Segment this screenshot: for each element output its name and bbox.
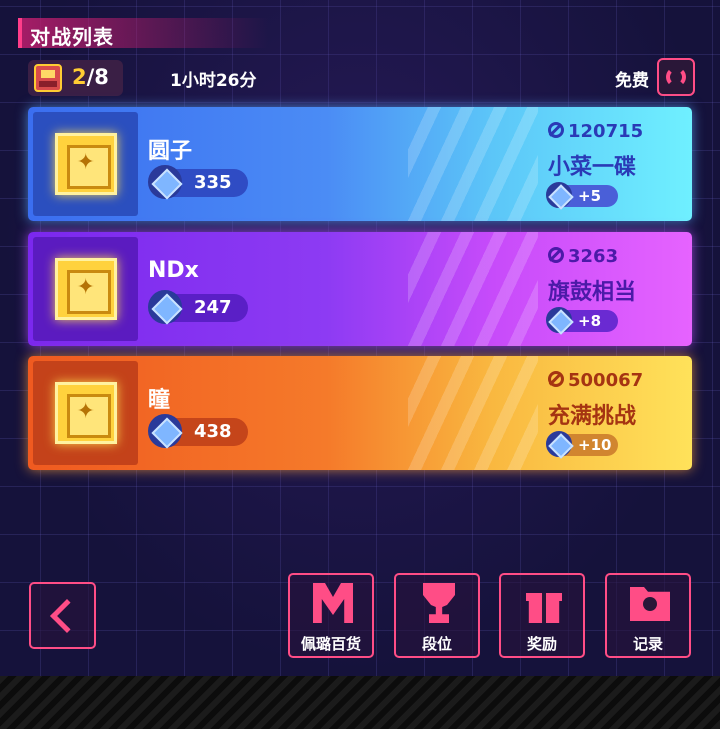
gem-icon [546,431,572,457]
emblem-icon [54,258,117,320]
card-stripes [408,232,538,346]
reward-pill: +8 [546,307,618,333]
rank-label: 段位 [421,635,452,653]
gift-icon [526,593,562,623]
gem-icon [148,165,182,199]
difficulty-label: 小菜一碟 [548,155,637,180]
gem-icon [546,307,572,333]
score-pill: 247 [148,290,248,324]
power-icon [548,122,564,138]
card-stripes [408,107,538,221]
back-chevron-icon [50,599,84,633]
difficulty-label: 充满挑战 [548,404,637,429]
refresh-timer: 1小时26分 [170,71,257,91]
score-pill: 438 [148,414,248,448]
score-pill: 335 [148,165,248,199]
emblem-icon [54,133,117,195]
player-name: 瞳 [148,388,171,413]
shop-button[interactable]: 佩璐百货 [288,573,374,658]
reward-value: +5 [578,187,602,205]
back-button[interactable] [29,582,96,649]
reward-pill: +5 [546,182,618,208]
emblem-frame [33,112,138,216]
opponent-card[interactable]: 瞳 438 500067 充满挑战 +10 [28,356,692,470]
ticket-counter: 2/8 [28,60,123,96]
reward-button[interactable]: 奖励 [499,573,585,658]
record-button[interactable]: 记录 [605,573,691,658]
ticket-icon [34,64,62,92]
power-icon [548,247,564,263]
shop-icon [313,583,353,623]
power-value: 500067 [548,370,643,391]
rank-button[interactable]: 段位 [394,573,480,658]
gem-icon [148,290,182,324]
record-label: 记录 [632,635,663,653]
reward-label: 奖励 [526,635,557,653]
opponent-card[interactable]: NDx 247 3263 旗鼓相当 +8 [28,232,692,346]
refresh-button[interactable] [657,58,695,96]
reward-value: +10 [578,436,612,454]
gem-icon [148,414,182,448]
card-stripes [408,356,538,470]
shop-label: 佩璐百货 [300,635,361,653]
page-title: 对战列表 [30,25,114,49]
power-value: 120715 [548,121,643,142]
difficulty-label: 旗鼓相当 [548,280,637,305]
score-value: 247 [194,297,232,318]
refresh-icon [666,67,686,87]
opponent-card[interactable]: 圆子 335 120715 小菜一碟 +5 [28,107,692,221]
power-value: 3263 [548,246,618,267]
score-value: 438 [194,421,232,442]
reward-pill: +10 [546,431,618,457]
gem-icon [546,182,572,208]
emblem-frame [33,237,138,341]
trophy-icon [423,583,455,623]
record-icon [630,587,670,621]
free-label: 免费 [615,71,649,91]
bottom-hazard-stripe [0,676,720,729]
title-bar: 对战列表 [18,18,268,49]
ticket-count: 2/8 [72,65,109,89]
player-name: 圆子 [148,139,193,164]
reward-value: +8 [578,312,602,330]
player-name: NDx [148,258,199,283]
emblem-frame [33,361,138,465]
score-value: 335 [194,172,232,193]
power-icon [548,371,564,387]
emblem-icon [54,382,117,444]
